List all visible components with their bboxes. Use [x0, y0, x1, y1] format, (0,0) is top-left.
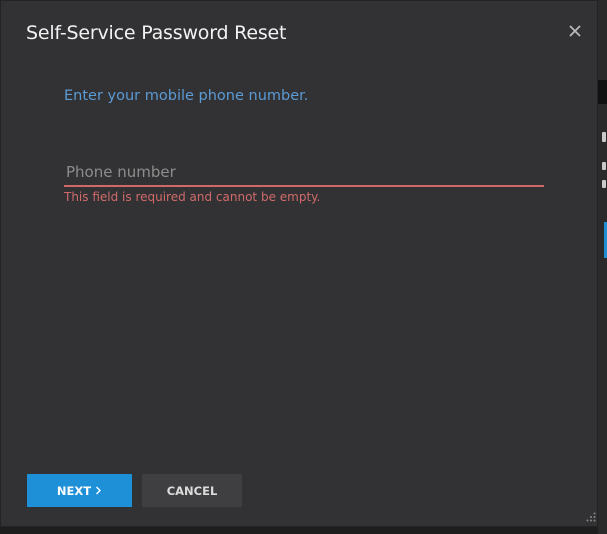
chevron-right-icon [96, 486, 102, 495]
background-text-fragment [602, 180, 606, 188]
background-app-edge [598, 0, 607, 534]
dialog-title: Self-Service Password Reset [26, 22, 287, 44]
background-text-fragment [602, 162, 606, 170]
background-text-fragment [602, 132, 606, 142]
cancel-button-label: CANCEL [166, 483, 218, 498]
phone-number-input[interactable] [64, 159, 544, 187]
next-button-label: NEXT [56, 483, 92, 498]
close-icon [569, 25, 581, 37]
background-toolbar [598, 80, 607, 104]
instruction-text: Enter your mobile phone number. [64, 88, 309, 104]
cancel-button[interactable]: CANCEL [142, 474, 242, 507]
close-button[interactable] [565, 20, 585, 42]
validation-error: This field is required and cannot be emp… [64, 190, 321, 204]
resize-grip-icon[interactable] [586, 512, 596, 522]
password-reset-dialog: Self-Service Password Reset Enter your m… [0, 0, 598, 527]
next-button[interactable]: NEXT [27, 474, 132, 507]
